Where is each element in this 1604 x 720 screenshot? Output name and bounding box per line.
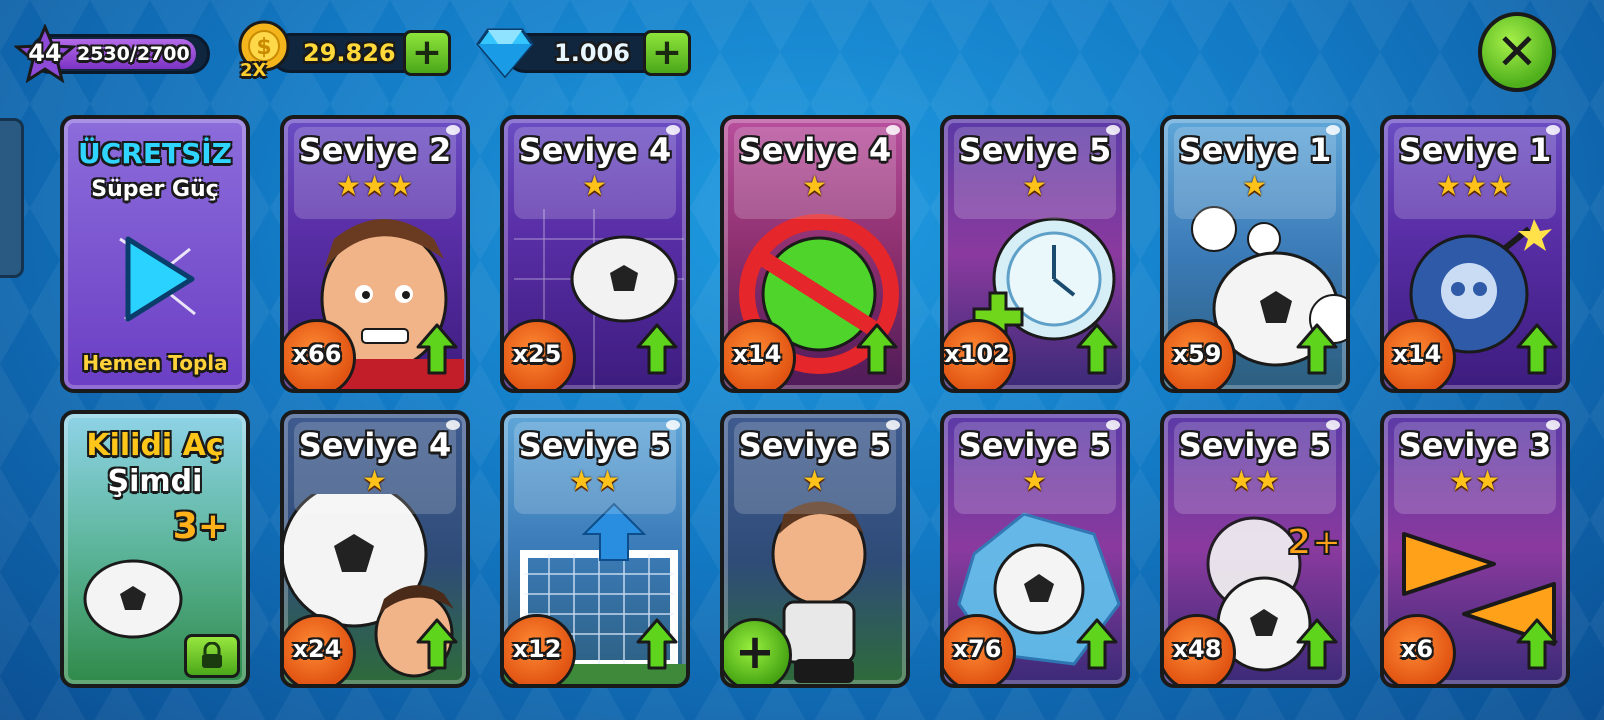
card-count-badge: x66 <box>284 319 356 389</box>
card-count-badge: x6 <box>1384 614 1456 684</box>
add-coins-button[interactable]: + <box>403 30 451 76</box>
xp-text: 2530/2700 <box>77 43 190 65</box>
card-level-title: Seviye 5 <box>958 426 1112 464</box>
coin-balance: 29.826 + <box>270 30 451 76</box>
upgrade-arrow-icon[interactable] <box>856 323 898 375</box>
upgrade-card[interactable]: Seviye 4 ★ x25 <box>500 115 690 393</box>
level-number: 44 <box>28 39 62 67</box>
free-power-card[interactable]: ÜCRETSİZ Süper Güç Hemen Topla <box>60 115 250 393</box>
upgrade-card[interactable]: Seviye 5 ★ x102 <box>940 115 1130 393</box>
star-rating: ★★★ <box>1435 169 1515 202</box>
close-button[interactable]: ✕ <box>1478 12 1556 92</box>
upgrade-card[interactable]: Seviye 1 ★ x59 <box>1160 115 1350 393</box>
upgrade-arrow-icon[interactable] <box>1296 323 1338 375</box>
plus-icon: + <box>651 32 683 73</box>
card-count-badge: x14 <box>724 319 796 389</box>
plus-icon: + <box>734 624 776 680</box>
add-card-button[interactable]: + <box>724 618 792 684</box>
star-rating: ★ <box>1241 169 1269 202</box>
star-rating: ★★★ <box>335 169 415 202</box>
upgrade-arrow-icon[interactable] <box>636 618 678 670</box>
card-count-badge: x59 <box>1164 319 1236 389</box>
card-level-title: Seviye 4 <box>738 131 892 169</box>
star-rating: ★ <box>801 169 829 202</box>
add-gems-button[interactable]: + <box>643 30 691 76</box>
card-level-title: Seviye 5 <box>518 426 672 464</box>
upgrade-arrow-icon[interactable] <box>636 323 678 375</box>
upgrade-card[interactable]: Seviye 3 ★★ x6 <box>1380 410 1570 688</box>
side-panel-tab[interactable] <box>0 118 24 278</box>
upgrade-arrow-icon[interactable] <box>1076 323 1118 375</box>
card-level-title: Seviye 4 <box>298 426 452 464</box>
upgrade-card[interactable]: Seviye 5 ★★ x12 <box>500 410 690 688</box>
svg-text:2+: 2+ <box>1286 522 1341 563</box>
upgrade-arrow-icon[interactable] <box>1296 618 1338 670</box>
upgrade-card[interactable]: Seviye 4 ★ x24 <box>280 410 470 688</box>
upgrade-card[interactable]: 2+ Seviye 5 ★★ x48 <box>1160 410 1350 688</box>
star-rating: ★★ <box>1448 464 1502 497</box>
upgrade-card[interactable]: Seviye 1 ★★★ x14 <box>1380 115 1570 393</box>
card-level-title: Seviye 3 <box>1398 426 1552 464</box>
free-card-footer: Hemen Topla <box>82 351 228 375</box>
star-rating: ★ <box>1021 169 1049 202</box>
plus-icon: + <box>411 32 443 73</box>
play-icon <box>119 236 196 322</box>
unlock-card[interactable]: Kilidi Aç Şimdi 3+ <box>60 410 250 688</box>
upgrade-arrow-icon[interactable] <box>1076 618 1118 670</box>
star-rating: ★ <box>581 169 609 202</box>
close-icon: ✕ <box>1496 23 1538 81</box>
card-level-title: Seviye 1 <box>1398 131 1552 169</box>
card-level-title: Seviye 5 <box>958 131 1112 169</box>
card-count-badge: x12 <box>504 614 576 684</box>
coin-amount: 29.826 <box>303 39 396 67</box>
upgrade-arrow-icon[interactable] <box>416 618 458 670</box>
free-card-subtitle: Süper Güç <box>91 177 219 202</box>
card-count-badge: x24 <box>284 614 356 684</box>
upgrade-arrow-icon[interactable] <box>1516 618 1558 670</box>
svg-text:$: $ <box>256 35 271 60</box>
unlock-badge: 3+ <box>172 506 228 547</box>
card-level-title: Seviye 2 <box>298 131 452 169</box>
star-rating: ★★ <box>568 464 622 497</box>
upgrade-arrow-icon[interactable] <box>416 323 458 375</box>
unlock-card-subtitle: Şimdi <box>107 464 203 499</box>
card-level-title: Seviye 1 <box>1178 131 1332 169</box>
upgrade-card[interactable]: Seviye 5 ★ + <box>720 410 910 688</box>
unlock-card-title: Kilidi Aç <box>86 428 224 463</box>
card-count-badge: x102 <box>944 319 1016 389</box>
upgrade-card[interactable]: Seviye 2 ★★★ x66 <box>280 115 470 393</box>
gem-amount: 1.006 <box>554 39 630 67</box>
star-rating: ★★ <box>1228 464 1282 497</box>
free-card-title: ÜCRETSİZ <box>78 137 232 170</box>
card-level-title: Seviye 5 <box>1178 426 1332 464</box>
card-count-badge: x14 <box>1384 319 1456 389</box>
upgrade-arrow-icon[interactable] <box>1516 323 1558 375</box>
card-level-title: Seviye 5 <box>738 426 892 464</box>
star-rating: ★ <box>801 464 829 497</box>
upgrade-card[interactable]: Seviye 4 ★ x14 <box>720 115 910 393</box>
card-count-badge: x25 <box>504 319 576 389</box>
card-count-badge: x48 <box>1164 614 1236 684</box>
star-rating: ★ <box>361 464 389 497</box>
lock-button[interactable] <box>184 634 240 678</box>
soccer-ball-icon <box>83 559 183 639</box>
level-star-icon: 44 <box>13 23 77 84</box>
upgrade-card[interactable]: Seviye 5 ★ x76 <box>940 410 1130 688</box>
coin-multiplier: 2X <box>240 60 267 81</box>
lock-icon <box>202 642 222 668</box>
star-rating: ★ <box>1021 464 1049 497</box>
card-count-badge: x76 <box>944 614 1016 684</box>
coin-icon: $ 2X <box>236 20 292 90</box>
card-level-title: Seviye 4 <box>518 131 672 169</box>
diamond-icon <box>476 24 534 80</box>
